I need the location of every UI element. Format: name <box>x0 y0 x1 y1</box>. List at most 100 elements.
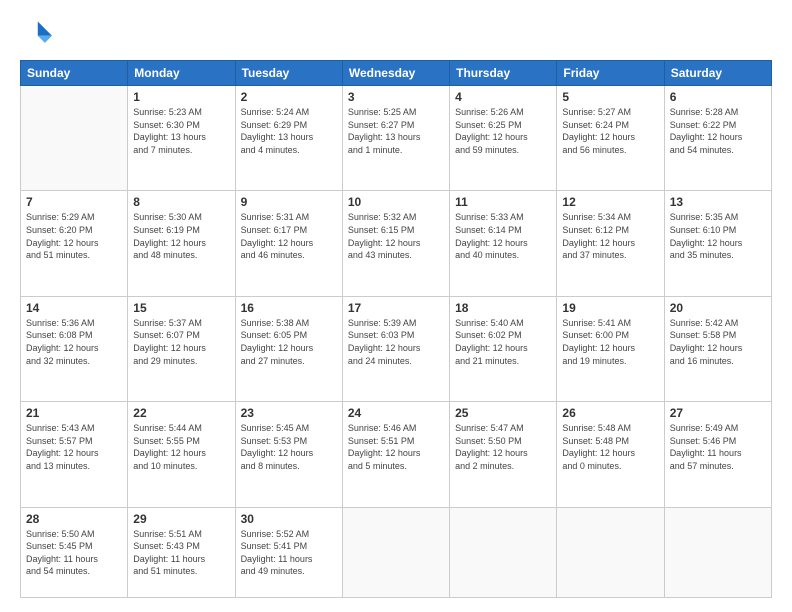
day-number: 16 <box>241 301 337 315</box>
calendar-table: SundayMondayTuesdayWednesdayThursdayFrid… <box>20 60 772 598</box>
day-header-sunday: Sunday <box>21 61 128 86</box>
day-number: 28 <box>26 512 122 526</box>
calendar-week-row: 14 Sunrise: 5:36 AM Sunset: 6:08 PM Dayli… <box>21 296 772 401</box>
day-info: Sunrise: 5:30 AM Sunset: 6:19 PM Dayligh… <box>133 211 229 261</box>
day-number: 4 <box>455 90 551 104</box>
day-number: 18 <box>455 301 551 315</box>
day-info: Sunrise: 5:44 AM Sunset: 5:55 PM Dayligh… <box>133 422 229 472</box>
day-number: 26 <box>562 406 658 420</box>
calendar-cell <box>342 507 449 597</box>
header <box>20 18 772 50</box>
day-number: 13 <box>670 195 766 209</box>
logo-icon <box>20 18 52 50</box>
calendar-cell: 5 Sunrise: 5:27 AM Sunset: 6:24 PM Daylig… <box>557 86 664 191</box>
calendar-cell <box>557 507 664 597</box>
day-number: 8 <box>133 195 229 209</box>
logo <box>20 18 56 50</box>
day-number: 24 <box>348 406 444 420</box>
calendar-week-row: 7Sunrise: 5:29 AM Sunset: 6:20 PM Daylig… <box>21 191 772 296</box>
day-number: 3 <box>348 90 444 104</box>
day-number: 6 <box>670 90 766 104</box>
day-info: Sunrise: 5:24 AM Sunset: 6:29 PM Dayligh… <box>241 106 337 156</box>
calendar-cell <box>450 507 557 597</box>
calendar-cell: 11Sunrise: 5:33 AM Sunset: 6:14 PM Dayli… <box>450 191 557 296</box>
calendar-cell: 12Sunrise: 5:34 AM Sunset: 6:12 PM Dayli… <box>557 191 664 296</box>
calendar-cell: 14 Sunrise: 5:36 AM Sunset: 6:08 PM Dayli… <box>21 296 128 401</box>
calendar-week-row: 21 Sunrise: 5:43 AM Sunset: 5:57 PM Dayli… <box>21 402 772 507</box>
day-number: 5 <box>562 90 658 104</box>
day-header-wednesday: Wednesday <box>342 61 449 86</box>
day-info: Sunrise: 5:51 AM Sunset: 5:43 PM Dayligh… <box>133 528 229 578</box>
day-number: 14 <box>26 301 122 315</box>
day-number: 7 <box>26 195 122 209</box>
day-info: Sunrise: 5:50 AM Sunset: 5:45 PM Dayligh… <box>26 528 122 578</box>
calendar-cell: 13 Sunrise: 5:35 AM Sunset: 6:10 PM Dayli… <box>664 191 771 296</box>
day-info: Sunrise: 5:37 AM Sunset: 6:07 PM Dayligh… <box>133 317 229 367</box>
calendar-cell: 1 Sunrise: 5:23 AM Sunset: 6:30 PM Daylig… <box>128 86 235 191</box>
day-number: 1 <box>133 90 229 104</box>
calendar-cell: 21 Sunrise: 5:43 AM Sunset: 5:57 PM Dayli… <box>21 402 128 507</box>
day-info: Sunrise: 5:43 AM Sunset: 5:57 PM Dayligh… <box>26 422 122 472</box>
calendar-cell: 7Sunrise: 5:29 AM Sunset: 6:20 PM Daylig… <box>21 191 128 296</box>
day-info: Sunrise: 5:35 AM Sunset: 6:10 PM Dayligh… <box>670 211 766 261</box>
day-info: Sunrise: 5:40 AM Sunset: 6:02 PM Dayligh… <box>455 317 551 367</box>
day-info: Sunrise: 5:52 AM Sunset: 5:41 PM Dayligh… <box>241 528 337 578</box>
calendar-week-row: 1 Sunrise: 5:23 AM Sunset: 6:30 PM Daylig… <box>21 86 772 191</box>
calendar-cell: 22 Sunrise: 5:44 AM Sunset: 5:55 PM Dayli… <box>128 402 235 507</box>
day-number: 11 <box>455 195 551 209</box>
day-number: 15 <box>133 301 229 315</box>
day-info: Sunrise: 5:27 AM Sunset: 6:24 PM Dayligh… <box>562 106 658 156</box>
day-info: Sunrise: 5:26 AM Sunset: 6:25 PM Dayligh… <box>455 106 551 156</box>
day-number: 19 <box>562 301 658 315</box>
calendar-cell: 4 Sunrise: 5:26 AM Sunset: 6:25 PM Daylig… <box>450 86 557 191</box>
day-info: Sunrise: 5:48 AM Sunset: 5:48 PM Dayligh… <box>562 422 658 472</box>
day-number: 20 <box>670 301 766 315</box>
calendar-cell: 25Sunrise: 5:47 AM Sunset: 5:50 PM Dayli… <box>450 402 557 507</box>
day-number: 29 <box>133 512 229 526</box>
day-number: 10 <box>348 195 444 209</box>
day-number: 21 <box>26 406 122 420</box>
calendar-cell: 28 Sunrise: 5:50 AM Sunset: 5:45 PM Dayli… <box>21 507 128 597</box>
day-info: Sunrise: 5:36 AM Sunset: 6:08 PM Dayligh… <box>26 317 122 367</box>
day-info: Sunrise: 5:46 AM Sunset: 5:51 PM Dayligh… <box>348 422 444 472</box>
day-info: Sunrise: 5:25 AM Sunset: 6:27 PM Dayligh… <box>348 106 444 156</box>
calendar-cell: 26 Sunrise: 5:48 AM Sunset: 5:48 PM Dayli… <box>557 402 664 507</box>
calendar-week-row: 28 Sunrise: 5:50 AM Sunset: 5:45 PM Dayli… <box>21 507 772 597</box>
calendar-cell: 18 Sunrise: 5:40 AM Sunset: 6:02 PM Dayli… <box>450 296 557 401</box>
calendar-header-row: SundayMondayTuesdayWednesdayThursdayFrid… <box>21 61 772 86</box>
calendar-cell: 3 Sunrise: 5:25 AM Sunset: 6:27 PM Daylig… <box>342 86 449 191</box>
day-number: 12 <box>562 195 658 209</box>
day-info: Sunrise: 5:28 AM Sunset: 6:22 PM Dayligh… <box>670 106 766 156</box>
day-info: Sunrise: 5:32 AM Sunset: 6:15 PM Dayligh… <box>348 211 444 261</box>
calendar-cell: 30 Sunrise: 5:52 AM Sunset: 5:41 PM Dayli… <box>235 507 342 597</box>
day-header-friday: Friday <box>557 61 664 86</box>
day-header-saturday: Saturday <box>664 61 771 86</box>
day-info: Sunrise: 5:41 AM Sunset: 6:00 PM Dayligh… <box>562 317 658 367</box>
day-number: 30 <box>241 512 337 526</box>
day-number: 17 <box>348 301 444 315</box>
day-info: Sunrise: 5:31 AM Sunset: 6:17 PM Dayligh… <box>241 211 337 261</box>
day-number: 23 <box>241 406 337 420</box>
day-info: Sunrise: 5:49 AM Sunset: 5:46 PM Dayligh… <box>670 422 766 472</box>
calendar-cell: 8 Sunrise: 5:30 AM Sunset: 6:19 PM Daylig… <box>128 191 235 296</box>
day-number: 9 <box>241 195 337 209</box>
calendar-cell: 10 Sunrise: 5:32 AM Sunset: 6:15 PM Dayli… <box>342 191 449 296</box>
calendar-cell: 27 Sunrise: 5:49 AM Sunset: 5:46 PM Dayli… <box>664 402 771 507</box>
calendar-cell: 29 Sunrise: 5:51 AM Sunset: 5:43 PM Dayli… <box>128 507 235 597</box>
calendar-cell: 17 Sunrise: 5:39 AM Sunset: 6:03 PM Dayli… <box>342 296 449 401</box>
day-info: Sunrise: 5:39 AM Sunset: 6:03 PM Dayligh… <box>348 317 444 367</box>
calendar-cell: 15 Sunrise: 5:37 AM Sunset: 6:07 PM Dayli… <box>128 296 235 401</box>
day-info: Sunrise: 5:23 AM Sunset: 6:30 PM Dayligh… <box>133 106 229 156</box>
calendar-cell: 2 Sunrise: 5:24 AM Sunset: 6:29 PM Daylig… <box>235 86 342 191</box>
day-number: 22 <box>133 406 229 420</box>
day-number: 25 <box>455 406 551 420</box>
day-info: Sunrise: 5:45 AM Sunset: 5:53 PM Dayligh… <box>241 422 337 472</box>
calendar-cell <box>664 507 771 597</box>
day-header-tuesday: Tuesday <box>235 61 342 86</box>
day-number: 2 <box>241 90 337 104</box>
calendar-cell <box>21 86 128 191</box>
calendar-cell: 6 Sunrise: 5:28 AM Sunset: 6:22 PM Daylig… <box>664 86 771 191</box>
day-number: 27 <box>670 406 766 420</box>
calendar-cell: 19 Sunrise: 5:41 AM Sunset: 6:00 PM Dayli… <box>557 296 664 401</box>
page: SundayMondayTuesdayWednesdayThursdayFrid… <box>0 0 792 612</box>
